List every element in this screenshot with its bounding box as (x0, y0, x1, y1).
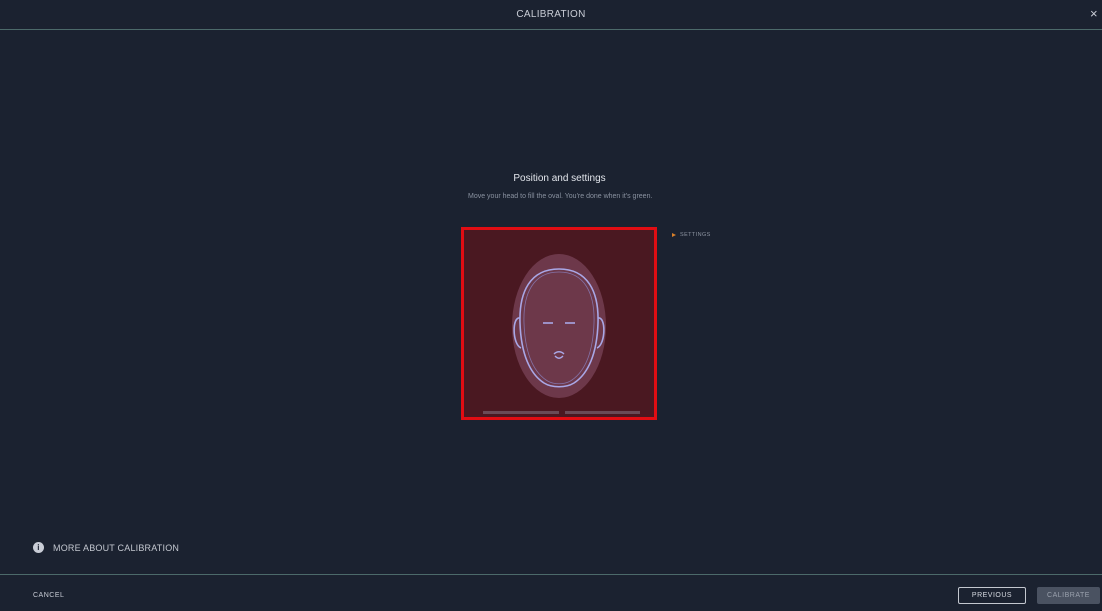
camera-preview (461, 227, 657, 420)
title-bar: CALIBRATION × (0, 0, 1102, 30)
close-icon[interactable]: × (1090, 6, 1100, 21)
footer-divider (0, 574, 1102, 575)
panel-instructions: Move your head to fill the oval. You're … (468, 193, 653, 200)
more-about-calibration-link[interactable]: i MORE ABOUT CALIBRATION (33, 542, 179, 553)
panel-title: Position and settings (513, 173, 606, 184)
previous-button[interactable]: PREVIOUS (958, 587, 1026, 604)
left-progress-track (483, 411, 559, 414)
face-outline-icon (512, 254, 606, 398)
info-icon: i (33, 542, 44, 553)
more-about-calibration-label: MORE ABOUT CALIBRATION (53, 542, 180, 553)
right-progress-track (565, 411, 640, 414)
settings-label: SETTINGS (680, 232, 711, 238)
caret-right-icon (672, 233, 676, 237)
cancel-button[interactable]: CANCEL (33, 592, 64, 599)
calibration-window: CALIBRATION × Position and settings Move… (0, 0, 1102, 611)
settings-toggle[interactable]: SETTINGS (672, 232, 711, 238)
calibrate-button[interactable]: CALIBRATE (1037, 587, 1100, 604)
window-title: CALIBRATION (516, 9, 586, 20)
